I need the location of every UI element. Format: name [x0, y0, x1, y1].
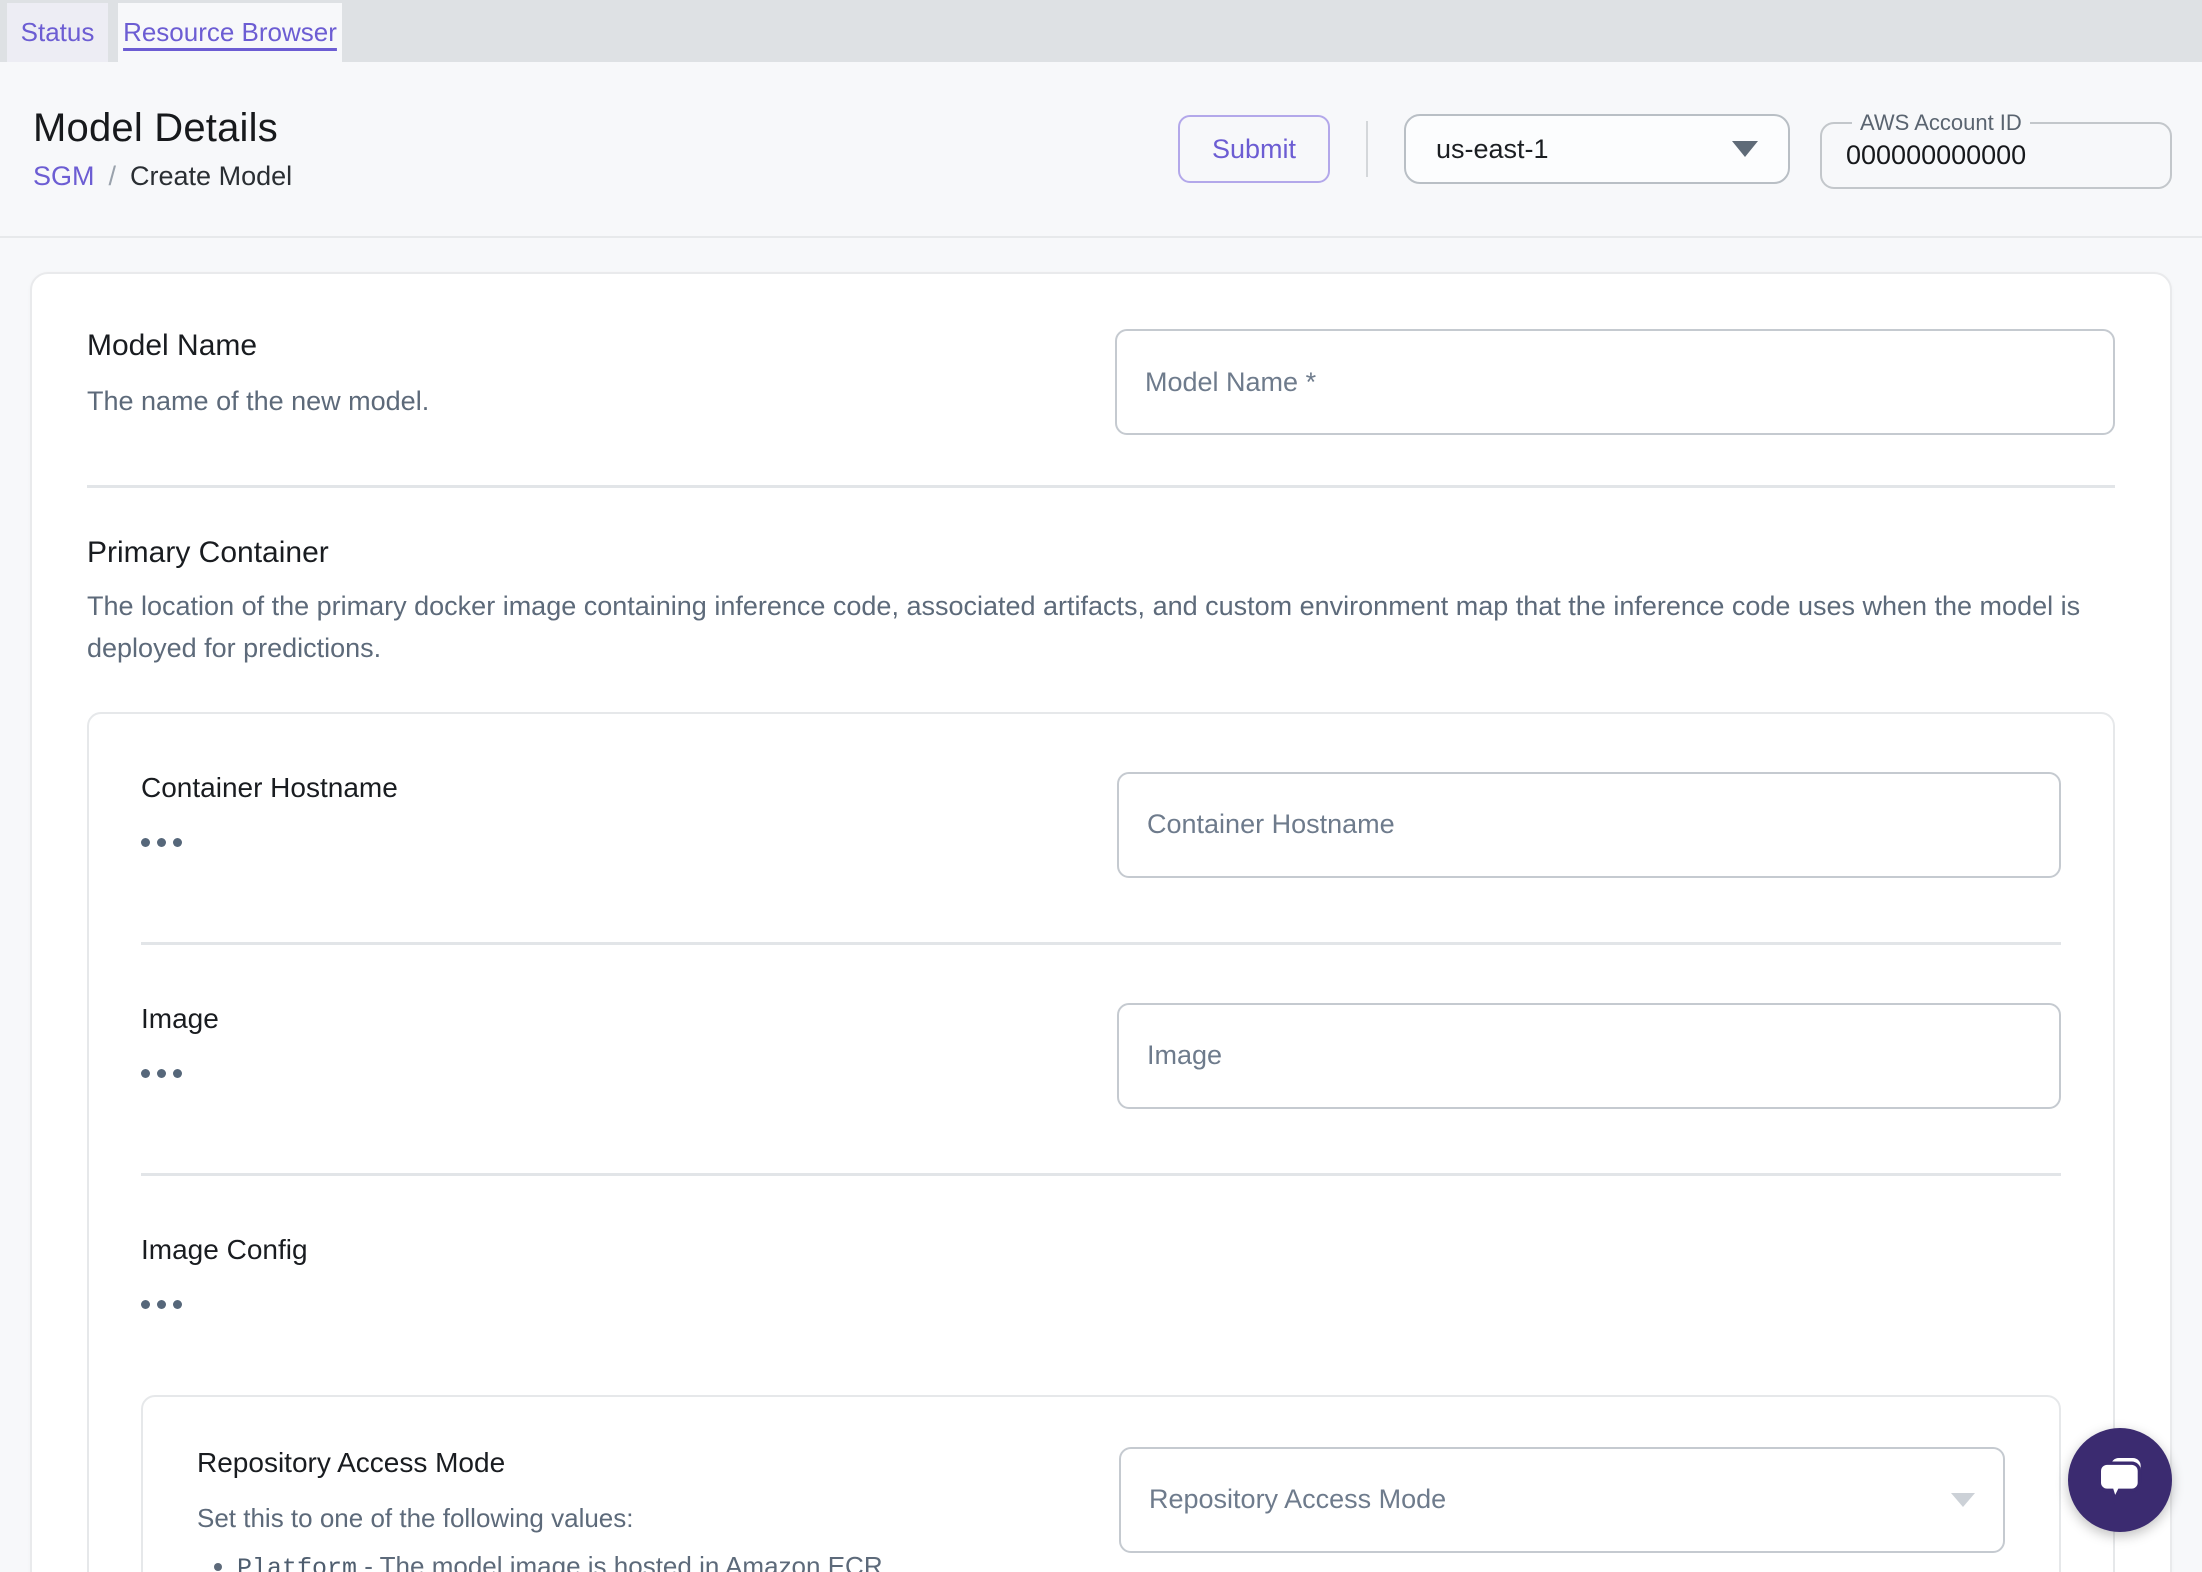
image-input-col [1117, 1002, 2061, 1109]
primary-container-section: Primary Container The location of the pr… [87, 488, 2115, 1572]
model-name-input[interactable] [1115, 329, 2115, 435]
image-config-section: Image Config Repository Access Mode Set … [141, 1176, 2061, 1572]
image-row: Image [141, 945, 2061, 1173]
container-hostname-info: Container Hostname [141, 772, 1117, 878]
dot-icon [141, 1068, 150, 1078]
image-more-info-dots[interactable] [141, 1068, 182, 1078]
chat-bubble-icon [2097, 1458, 2142, 1504]
dot-icon [157, 1068, 166, 1078]
image-config-more-info-dots[interactable] [141, 1299, 182, 1309]
list-item: Platform - The model image is hosted in … [237, 1548, 1079, 1572]
container-hostname-row: Container Hostname [141, 714, 2061, 942]
model-name-input-col [1115, 329, 2115, 435]
aws-account-id-label: AWS Account ID [1860, 109, 2022, 135]
page-title: Model Details [33, 106, 278, 150]
dot-icon [157, 837, 166, 847]
primary-container-label: Primary Container [87, 536, 329, 569]
container-hostname-input[interactable] [1117, 771, 2061, 878]
repository-access-mode-label: Repository Access Mode [197, 1446, 506, 1478]
model-name-description: The name of the new model. [87, 386, 430, 416]
model-name-label: Model Name [87, 329, 258, 362]
repository-access-mode-select[interactable]: Repository Access Mode [1119, 1446, 2005, 1553]
tab-bar: Status Resource Browser [0, 0, 2202, 62]
breadcrumb-current: Create Model [130, 161, 293, 191]
submit-button[interactable]: Submit [1178, 115, 1330, 183]
breadcrumb-link-sgm[interactable]: SGM [33, 161, 95, 192]
chevron-down-icon [1951, 1492, 1975, 1507]
repository-access-mode-info: Repository Access Mode Set this to one o… [197, 1447, 1119, 1572]
region-select-value: us-east-1 [1436, 133, 1549, 164]
header-actions: Submit us-east-1 AWS Account ID [1178, 109, 2172, 189]
container-hostname-label: Container Hostname [141, 771, 398, 803]
option-text: - The model image is hosted in Amazon EC… [364, 1550, 890, 1572]
page-header-titles: Model Details SGM / Create Model [33, 106, 292, 192]
dot-icon [173, 837, 182, 847]
image-config-label: Image Config [141, 1233, 308, 1265]
chevron-down-icon [1732, 141, 1758, 157]
tab-resource-browser-label: Resource Browser [123, 17, 337, 47]
repository-access-mode-options-list: Platform - The model image is hosted in … [197, 1548, 1079, 1572]
tab-status-label: Status [20, 17, 95, 47]
image-label: Image [141, 1002, 219, 1034]
model-name-row: Model Name The name of the new model. [87, 274, 2115, 485]
aws-account-id-field: AWS Account ID [1820, 109, 2172, 189]
dot-icon [157, 1299, 166, 1309]
tab-resource-browser[interactable]: Resource Browser [118, 3, 342, 62]
repository-access-mode-intro: Set this to one of the following values: [197, 1502, 634, 1533]
primary-container-description: The location of the primary docker image… [87, 591, 2081, 663]
dot-icon [173, 1068, 182, 1078]
image-info: Image [141, 1003, 1117, 1109]
model-details-card: Model Name The name of the new model. Pr… [30, 272, 2172, 1572]
dot-icon [141, 837, 150, 847]
tab-status[interactable]: Status [7, 3, 108, 62]
image-input[interactable] [1117, 1002, 2061, 1109]
repository-access-mode-card: Repository Access Mode Set this to one o… [141, 1394, 2061, 1572]
container-hostname-more-info-dots[interactable] [141, 837, 182, 847]
header-divider [1366, 121, 1368, 177]
repository-access-mode-input-col: Repository Access Mode [1119, 1446, 2005, 1572]
page-header: Model Details SGM / Create Model Submit … [0, 62, 2202, 238]
repository-access-mode-placeholder: Repository Access Mode [1149, 1484, 1447, 1515]
dot-icon [141, 1299, 150, 1309]
option-code: Platform [237, 1553, 358, 1572]
container-hostname-input-col [1117, 771, 2061, 878]
chat-launcher-button[interactable] [2068, 1428, 2172, 1532]
region-select[interactable]: us-east-1 [1404, 114, 1790, 184]
primary-container-card: Container Hostname Image [87, 711, 2115, 1572]
breadcrumb: SGM / Create Model [33, 161, 292, 192]
breadcrumb-separator: / [108, 161, 117, 191]
model-name-info: Model Name The name of the new model. [87, 329, 1115, 435]
dot-icon [173, 1299, 182, 1309]
aws-account-id-input[interactable] [1846, 139, 2146, 171]
